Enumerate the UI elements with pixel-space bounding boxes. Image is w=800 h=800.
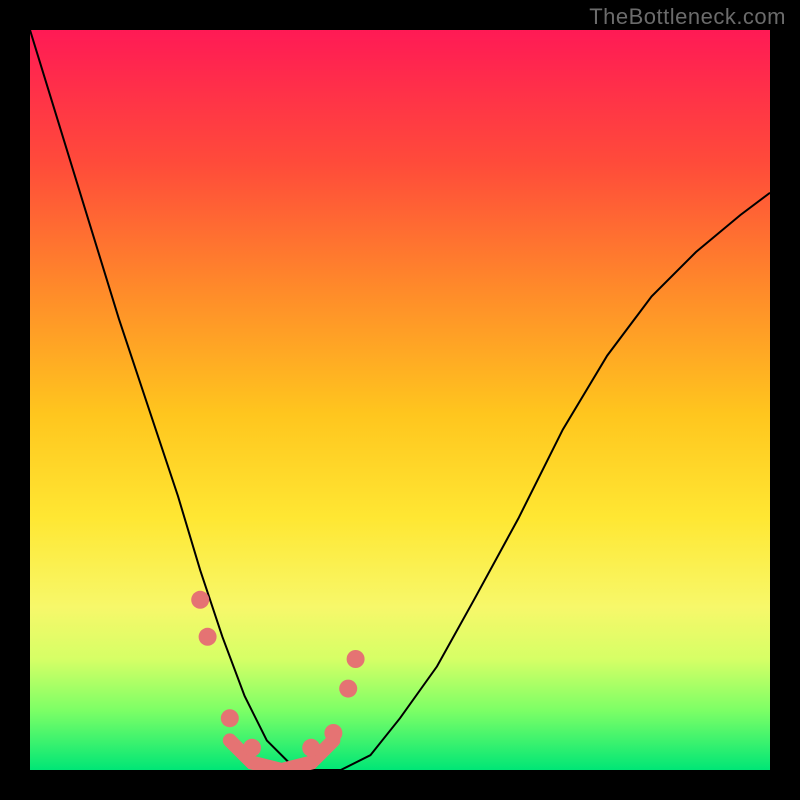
marker-dot: [302, 739, 320, 757]
marker-dot: [191, 591, 209, 609]
marker-dot: [347, 650, 365, 668]
marker-dot: [199, 628, 217, 646]
chart-frame: TheBottleneck.com: [0, 0, 800, 800]
marker-dot: [324, 724, 342, 742]
marker-dot: [243, 739, 261, 757]
marker-dot: [221, 709, 239, 727]
marker-dot: [339, 680, 357, 698]
chart-svg: [30, 30, 770, 770]
marker-dots: [191, 591, 364, 757]
bottleneck-curve: [30, 30, 770, 770]
watermark-text: TheBottleneck.com: [589, 4, 786, 30]
plot-area: [30, 30, 770, 770]
